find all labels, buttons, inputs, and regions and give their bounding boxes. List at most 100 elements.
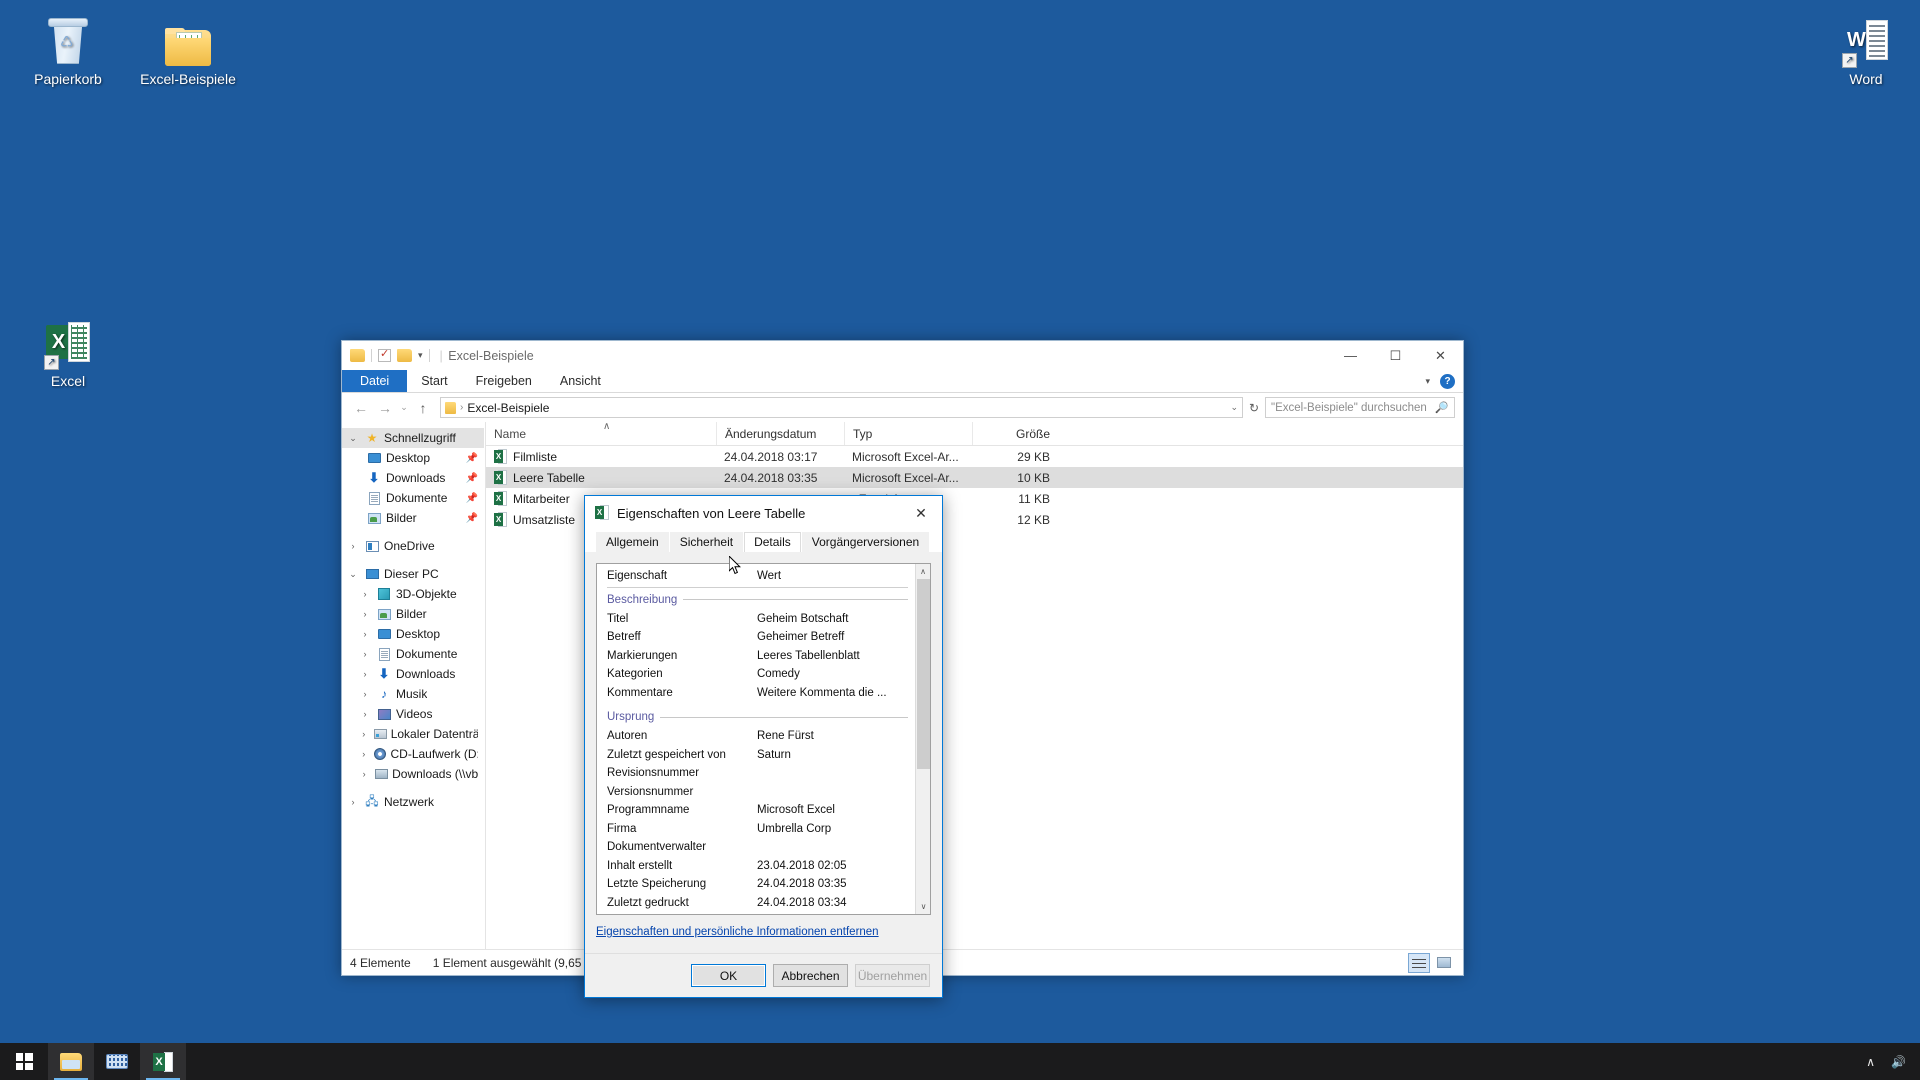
navigation-pane[interactable]: ⌄ ★ Schnellzugriff Desktop 📌 ⬇ Downloads… [342,422,485,949]
sidebar-item-onedrive[interactable]: › OneDrive [342,536,484,556]
desktop-icon-word[interactable]: W ↗ Word [1812,8,1920,88]
properties-icon[interactable] [378,347,391,362]
chevron-right-icon[interactable]: › [358,649,372,659]
tab-ansicht[interactable]: Ansicht [546,370,615,392]
sidebar-item-downloads-quick[interactable]: ⬇ Downloads 📌 [342,468,484,488]
search-icon[interactable]: 🔍 [1435,401,1449,414]
cancel-button[interactable]: Abbrechen [773,964,848,987]
details-view-button[interactable] [1408,952,1430,973]
column-header-type[interactable]: Typ [844,422,972,445]
property-row[interactable]: Kategorien Comedy [597,665,930,684]
forward-button[interactable]: → [374,400,396,416]
property-value[interactable]: Comedy [757,668,800,680]
remove-properties-link[interactable]: Eigenschaften und persönliche Informatio… [596,926,931,938]
sidebar-item-dieser-pc[interactable]: ⌄ Dieser PC [342,564,484,584]
sidebar-item-bilder-quick[interactable]: Bilder 📌 [342,508,484,528]
chevron-right-icon[interactable]: › [358,589,372,599]
pin-icon[interactable]: 📌 [466,453,478,464]
chevron-down-icon[interactable]: ⌄ [346,569,360,580]
desktop-icon-excel-beispiele[interactable]: Excel-Beispiele [134,8,242,88]
sidebar-item-downloads[interactable]: › ⬇ Downloads [342,664,484,684]
chevron-right-icon[interactable]: › [346,797,360,807]
search-input[interactable]: "Excel-Beispiele" durchsuchen 🔍 [1265,397,1455,418]
property-row[interactable]: Revisionsnummer [597,764,930,783]
taskbar-item-file-explorer[interactable] [48,1043,94,1080]
property-row[interactable]: Versionsnummer [597,783,930,802]
scrollbar-thumb[interactable] [917,579,930,769]
property-value[interactable]: Geheimer Betreff [757,631,844,643]
properties-list[interactable]: Eigenschaft Wert Beschreibung Titel Gehe… [596,563,931,915]
chevron-right-icon[interactable]: › [358,609,372,619]
sidebar-item-3d-objekte[interactable]: › 3D-Objekte [342,584,484,604]
ribbon-tab-bar[interactable]: Datei Start Freigeben Ansicht ▾ ? [342,370,1463,393]
up-button[interactable]: ↑ [412,400,434,416]
show-hidden-icons-chevron[interactable]: ∧ [1866,1055,1875,1069]
chevron-right-icon[interactable]: › [358,729,370,739]
desktop-icon-recycle-bin[interactable]: ♺ Papierkorb [14,8,122,88]
sidebar-item-desktop[interactable]: › Desktop [342,624,484,644]
property-value[interactable]: Rene Fürst [757,730,814,742]
start-button[interactable] [0,1043,48,1080]
chevron-right-icon[interactable]: › [358,769,370,779]
refresh-icon[interactable]: ↻ [1245,401,1263,415]
tab-start[interactable]: Start [407,370,461,392]
sidebar-item-dokumente-quick[interactable]: Dokumente 📌 [342,488,484,508]
sidebar-item-lokaler-datentraeger[interactable]: › Lokaler Datenträger [342,724,484,744]
pin-icon[interactable]: 📌 [466,513,478,524]
view-buttons[interactable] [1408,952,1455,973]
table-row[interactable]: X Leere Tabelle 24.04.2018 03:35 Microsof… [486,467,1463,488]
system-tray[interactable]: ∧ 🔊 [1866,1055,1920,1069]
dialog-tab-strip[interactable]: Allgemein Sicherheit Details Vorgängerve… [585,530,942,552]
sidebar-item-netzwerk[interactable]: › 🖧 Netzwerk [342,792,484,812]
property-row[interactable]: Zuletzt gedruckt 24.04.2018 03:34 [597,894,930,913]
sidebar-item-videos[interactable]: › Videos [342,704,484,724]
property-row[interactable]: Dokumentverwalter [597,838,930,857]
chevron-right-icon[interactable]: › [346,541,360,551]
property-row[interactable]: Titel Geheim Botschaft [597,610,930,629]
sidebar-item-cd-laufwerk[interactable]: › CD-Laufwerk (D:) Vi [342,744,484,764]
ok-button[interactable]: OK [691,964,766,987]
table-row[interactable]: X Filmliste 24.04.2018 03:17 Microsoft Ex… [486,446,1463,467]
taskbar[interactable]: X ∧ 🔊 [0,1043,1920,1080]
property-value[interactable]: 24.04.2018 03:34 [757,897,847,909]
path-segment-current[interactable]: Excel-Beispiele [467,401,549,415]
sidebar-item-schnellzugriff[interactable]: ⌄ ★ Schnellzugriff [342,428,484,448]
property-row[interactable]: Programmname Microsoft Excel [597,801,930,820]
chevron-right-icon[interactable]: › [358,749,369,759]
property-value[interactable]: Microsoft Excel [757,804,835,816]
sidebar-item-desktop-quick[interactable]: Desktop 📌 [342,448,484,468]
tab-vorgaengerversionen[interactable]: Vorgängerversionen [801,532,930,552]
property-row[interactable]: Zuletzt gespeichert von Saturn [597,746,930,765]
ribbon-right-controls[interactable]: ▾ ? [1425,370,1463,392]
property-row[interactable]: Kommentare Weitere Kommenta die ... [597,684,930,703]
sidebar-item-musik[interactable]: › ♪ Musik [342,684,484,704]
properties-scrollbar[interactable]: ∧ ∨ [915,564,930,914]
chevron-down-icon[interactable]: ▾ [418,350,423,361]
file-list-header[interactable]: Name Änderungsdatum Typ Größe ∧ [486,421,1463,446]
chevron-down-icon[interactable]: ⌄ [346,433,360,444]
property-value[interactable]: Weitere Kommenta die ... [757,687,887,699]
tab-allgemein[interactable]: Allgemein [596,532,669,552]
chevron-down-icon[interactable]: ⌄ [1230,402,1238,413]
column-header-name[interactable]: Name [486,422,716,445]
sidebar-item-bilder[interactable]: › Bilder [342,604,484,624]
dialog-title-bar[interactable]: X Eigenschaften von Leere Tabelle ✕ [585,496,942,530]
property-row[interactable]: Betreff Geheimer Betreff [597,628,930,647]
tab-freigeben[interactable]: Freigeben [462,370,546,392]
taskbar-item-excel[interactable]: X [140,1043,186,1080]
pin-icon[interactable]: 📌 [466,473,478,484]
chevron-right-icon[interactable]: › [358,629,372,639]
quick-access-toolbar[interactable]: ▾ [350,347,430,362]
chevron-right-icon[interactable]: › [358,689,372,699]
scroll-down-icon[interactable]: ∨ [916,899,930,914]
property-row[interactable]: Firma Umbrella Corp [597,820,930,839]
column-header-size[interactable]: Größe [972,422,1060,445]
property-row[interactable]: Markierungen Leeres Tabellenblatt [597,647,930,666]
property-value[interactable]: Saturn [757,749,791,761]
tab-details[interactable]: Details [744,532,801,552]
chevron-right-icon[interactable]: › [358,669,372,679]
close-button[interactable]: ✕ [1418,341,1463,370]
sidebar-item-downloads-network[interactable]: › Downloads (\\vbox [342,764,484,784]
explorer-title-bar[interactable]: ▾ Excel-Beispiele — ☐ ✕ [342,341,1463,370]
new-folder-icon[interactable] [397,349,412,362]
